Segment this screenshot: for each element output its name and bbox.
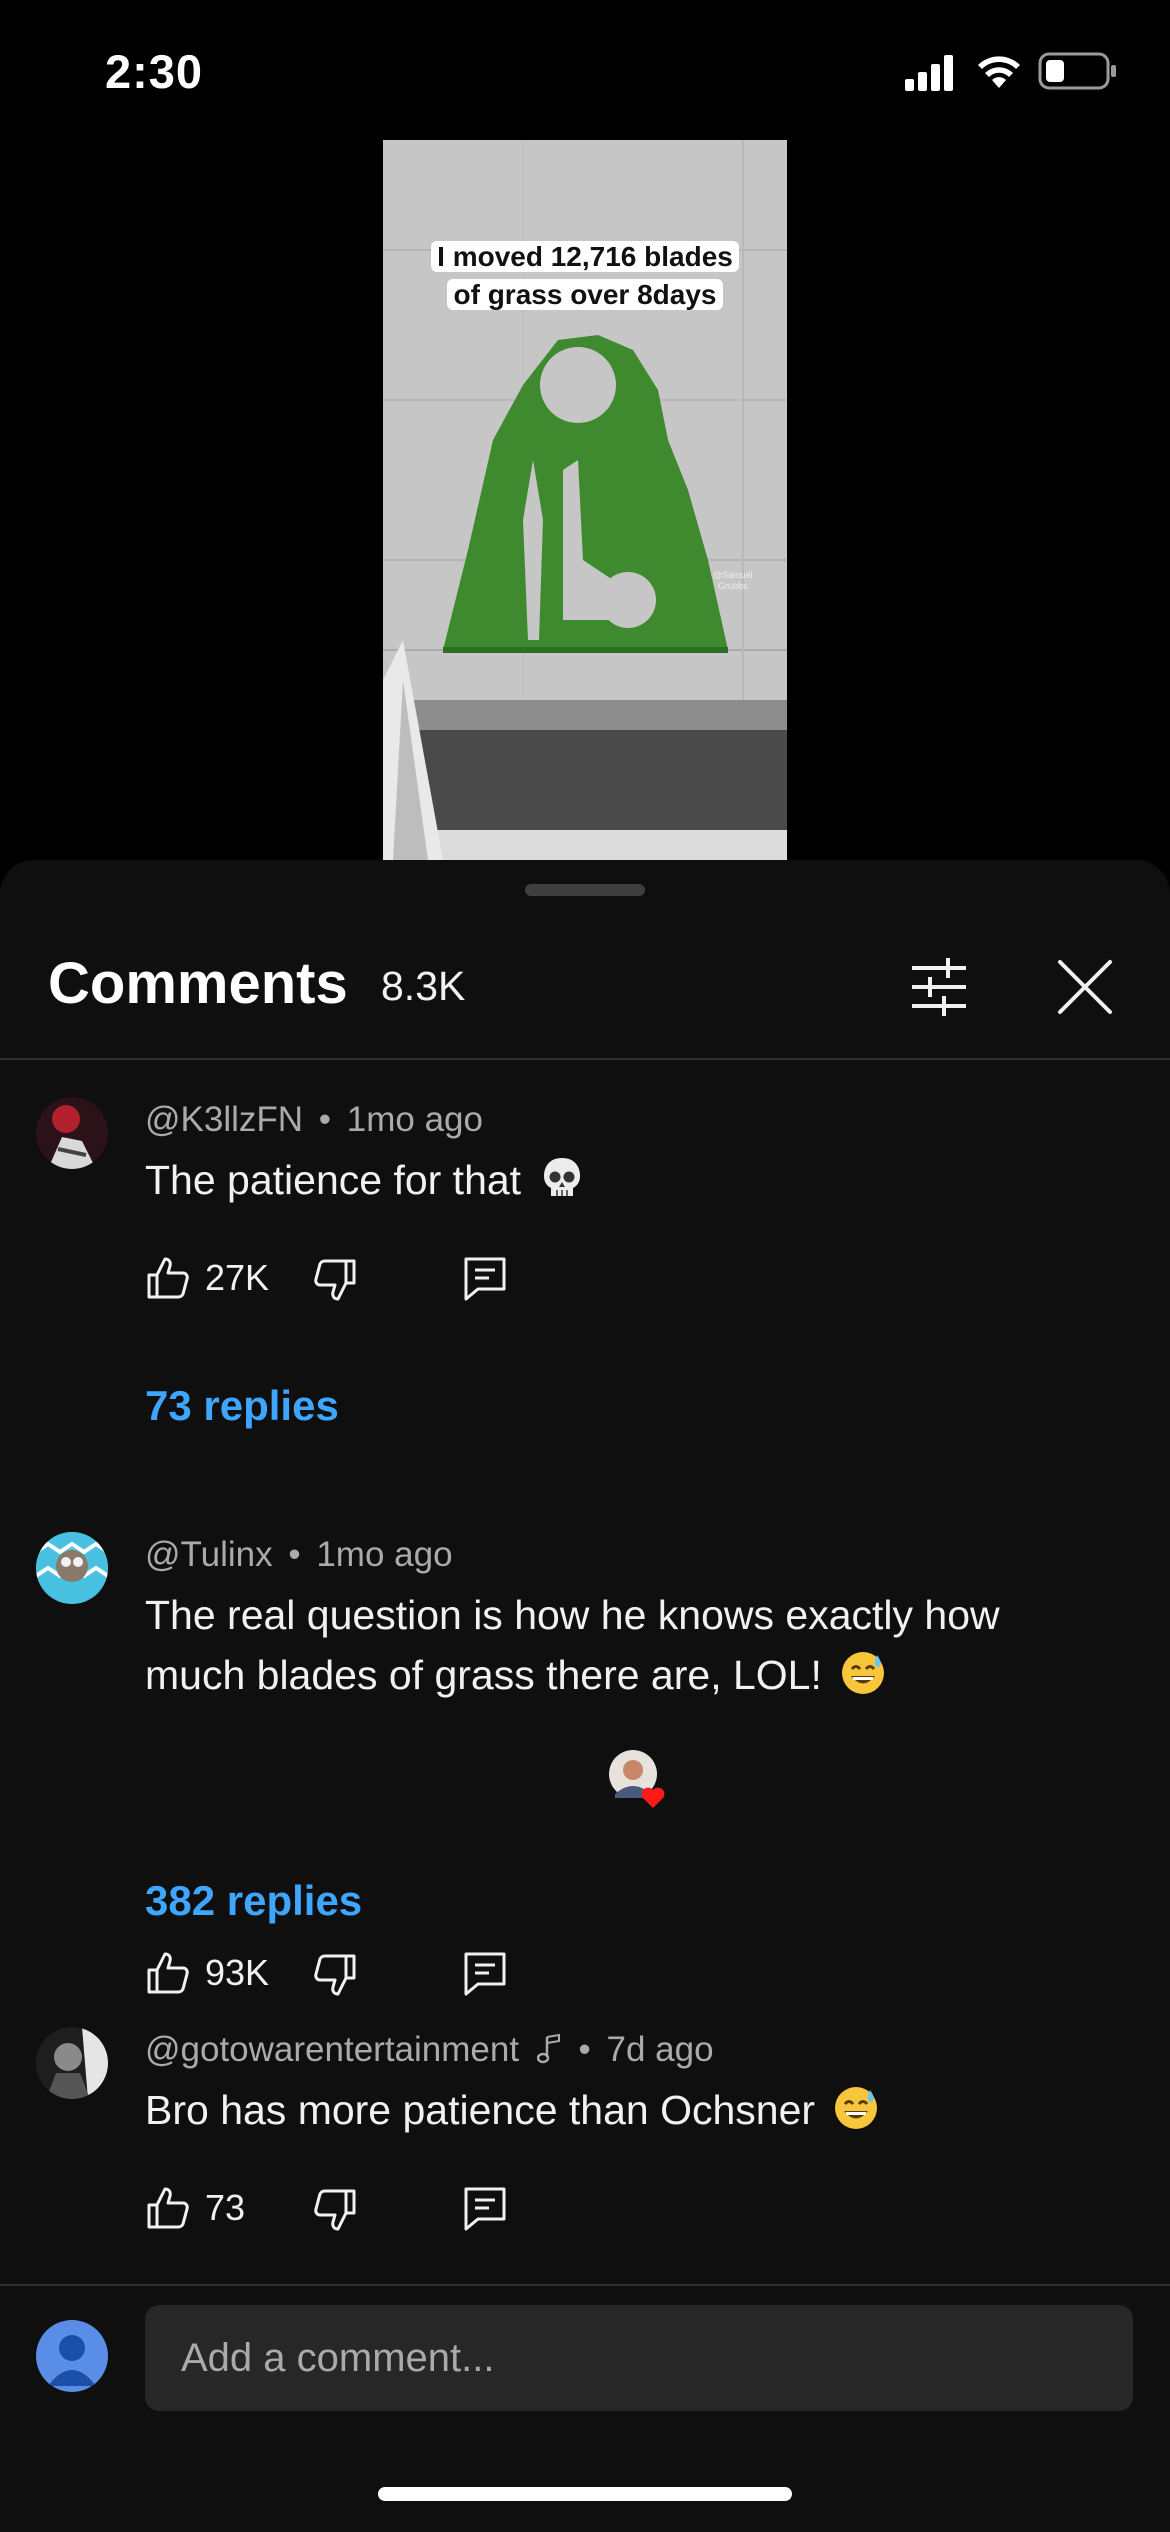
comment-author[interactable]: @K3llzFN (145, 1100, 303, 1139)
status-time: 2:30 (105, 45, 204, 98)
comment-text-block: Bro has more patience than Ochsner (145, 2080, 1085, 2140)
comment-text-block: The patience for that (145, 1150, 1085, 1210)
meta-separator: • (318, 1100, 332, 1139)
like-count: 73 (205, 2187, 246, 2228)
comment-meta: @K3llzFN • 1mo ago (145, 1100, 483, 1140)
creator-heart-icon (609, 1750, 665, 1808)
comment-meta: @Tulinx • 1mo ago (145, 1535, 453, 1575)
reply-comment-icon[interactable] (462, 1950, 508, 1996)
comment-text: Bro has more patience than Ochsner (145, 2087, 816, 2133)
close-icon[interactable] (1050, 952, 1120, 1022)
home-indicator[interactable] (378, 2487, 792, 2501)
composer-divider (0, 2284, 1170, 2286)
video-watermark: @Samuel Grubbs (713, 570, 753, 592)
meta-separator: • (288, 1535, 301, 1574)
view-replies-button[interactable]: 73 replies (145, 1382, 339, 1430)
meta-separator: • (578, 2030, 591, 2069)
comments-title: Comments (48, 951, 348, 1016)
comment-age: 1mo ago (316, 1535, 453, 1574)
avatar-image (36, 1532, 108, 1604)
reply-comment-icon[interactable] (462, 2185, 508, 2231)
avatar[interactable] (36, 1532, 108, 1604)
dislike-thumb-down-icon[interactable] (312, 2187, 358, 2233)
battery-icon (1038, 52, 1116, 90)
comment-meta: @gotowarentertainment • 7d ago (145, 2030, 714, 2070)
wifi-icon (978, 56, 1020, 88)
comment-age: 7d ago (606, 2030, 714, 2069)
avatar[interactable] (36, 2027, 108, 2099)
status-bar: 2:30 (0, 0, 1170, 140)
like-thumb-up-icon[interactable] (145, 1950, 191, 1996)
avatar[interactable] (36, 1097, 108, 1169)
drag-handle[interactable] (525, 884, 645, 896)
dislike-thumb-down-icon[interactable] (312, 1257, 358, 1303)
cellular-signal-icon (905, 55, 953, 91)
user-silhouette-icon (48, 2335, 96, 2386)
like-count: 27K (205, 1257, 270, 1298)
add-comment-input[interactable] (145, 2305, 1133, 2411)
watermark-line-1: @Samuel (713, 570, 753, 580)
sweat-smile-emoji (842, 1652, 885, 1694)
reply-comment-icon[interactable] (462, 1255, 508, 1301)
current-user-avatar (36, 2320, 108, 2392)
header-divider (0, 1058, 1170, 1060)
like-count: 93K (205, 1952, 270, 1993)
view-replies-button[interactable]: 382 replies (145, 1877, 362, 1925)
video-player[interactable]: I moved 12,716 blades of grass over 8day… (383, 140, 787, 860)
avatar-image (36, 2027, 108, 2099)
avatar-image (36, 1097, 108, 1169)
music-note-icon (536, 2033, 560, 2064)
filter-sliders-icon[interactable] (904, 952, 974, 1022)
video-caption-line-2: of grass over 8days (447, 279, 723, 310)
video-caption: I moved 12,716 blades of grass over 8day… (427, 238, 743, 314)
like-thumb-up-icon[interactable] (145, 1255, 191, 1301)
comment-author[interactable]: @Tulinx (145, 1535, 273, 1574)
skull-emoji (544, 1158, 581, 1196)
comments-sheet: Comments 8.3K @K3llzFN • 1mo ago The pat… (0, 860, 1170, 2532)
comment-text: The patience for that (145, 1157, 522, 1203)
comment-text-block: The real question is how he knows exactl… (145, 1585, 1085, 1705)
dislike-thumb-down-icon[interactable] (312, 1952, 358, 1998)
comments-count: 8.3K (381, 963, 466, 1009)
comment-author[interactable]: @gotowarentertainment (145, 2030, 519, 2069)
sweat-smile-emoji (835, 2087, 878, 2129)
comment-age: 1mo ago (346, 1100, 483, 1139)
video-caption-line-1: I moved 12,716 blades (431, 241, 739, 272)
watermark-line-2: Grubbs (718, 581, 748, 591)
like-thumb-up-icon[interactable] (145, 2185, 191, 2231)
